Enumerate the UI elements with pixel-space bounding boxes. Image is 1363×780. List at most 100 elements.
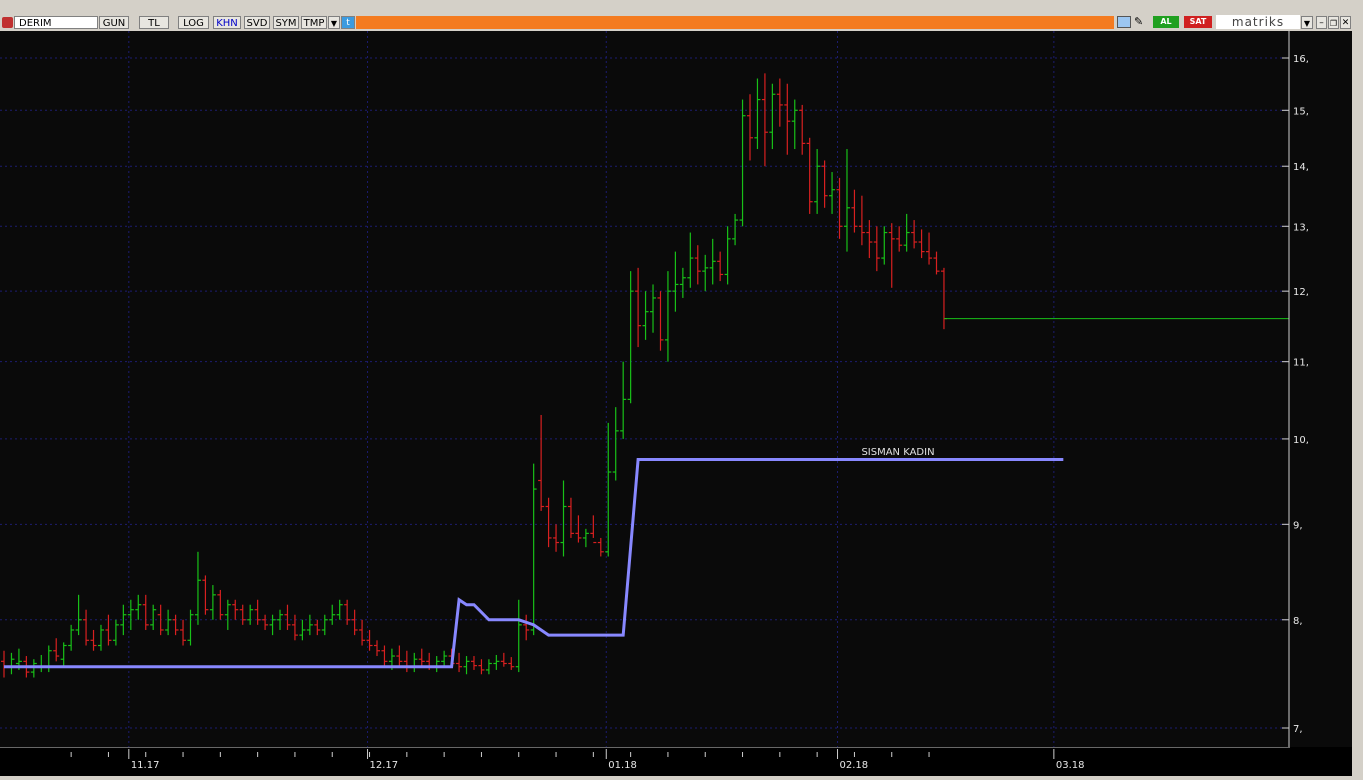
ohlc-bar: [478, 659, 485, 675]
ohlc-bar: [262, 614, 269, 630]
menu-arrow-icon[interactable]: ▼: [1301, 16, 1313, 29]
ohlc-bar: [918, 229, 925, 259]
ohlc-bar: [38, 654, 45, 673]
ohlc-bar: [97, 624, 104, 651]
button-tmp[interactable]: TMP: [301, 16, 327, 29]
pencil-icon[interactable]: ✎: [1134, 15, 1143, 28]
ohlc-bar: [209, 585, 216, 620]
ohlc-bar: [732, 213, 739, 246]
x-tick-label: 01.18: [608, 760, 637, 771]
ohlc-bar: [306, 614, 313, 636]
button-svd[interactable]: SVD: [244, 16, 270, 29]
ohlc-bar: [538, 414, 545, 511]
ohlc-bar: [620, 361, 627, 439]
ohlc-bar: [739, 99, 746, 227]
ohlc-bar: [277, 609, 284, 630]
ohlc-bar: [396, 645, 403, 667]
ohlc-bar: [1, 650, 7, 678]
ohlc-bar: [627, 271, 634, 404]
ohlc-bar: [224, 599, 231, 630]
ohlc-bar: [635, 267, 642, 348]
grid-lines: [0, 31, 1289, 747]
ohlc-bar: [359, 619, 366, 646]
ohlc-bar: [806, 137, 813, 214]
symbol-field[interactable]: DERIM: [14, 16, 98, 29]
ohlc-bar: [873, 226, 880, 272]
ohlc-bar: [493, 654, 500, 670]
ohlc-bar: [545, 497, 552, 548]
ohlc-bar: [135, 594, 142, 620]
ohlc-bar: [553, 524, 560, 552]
ohlc-bar: [284, 604, 291, 630]
ohlc-bar: [202, 575, 209, 615]
ohlc-bar: [291, 614, 298, 641]
ohlc-bar: [717, 251, 724, 282]
y-tick-label: 12,: [1293, 287, 1309, 298]
ohlc-bar: [508, 657, 515, 670]
price-chart[interactable]: 16, 15, 14, 13, 12, 11, 10, 9, 8, 7, SISMAN KADIN: [0, 31, 1352, 747]
ohlc-bar: [530, 463, 537, 636]
twitter-icon[interactable]: t: [341, 16, 355, 29]
ohlc-bar: [888, 223, 895, 288]
button-sym[interactable]: SYM: [273, 16, 299, 29]
ohlc-bar: [866, 220, 873, 259]
button-khn[interactable]: KHN: [213, 16, 241, 29]
minimize-icon[interactable]: –: [1316, 16, 1327, 29]
chart-svg[interactable]: 16, 15, 14, 13, 12, 11, 10, 9, 8, 7, SISMAN KADIN: [0, 31, 1352, 747]
ohlc-bar: [642, 291, 649, 340]
ohlc-bar: [157, 604, 164, 636]
ohlc-bar: [776, 78, 783, 127]
ohlc-bar: [597, 537, 604, 557]
ohlc-bar: [567, 497, 574, 538]
screenshot-icon[interactable]: [1117, 16, 1131, 28]
dropdown-arrow-icon[interactable]: ▼: [328, 16, 340, 29]
ohlc-bar: [664, 271, 671, 362]
ohlc-bar: [470, 656, 477, 670]
ohlc-bar: [194, 551, 201, 625]
ohlc-bar: [843, 149, 850, 252]
ohlc-bar: [582, 528, 589, 548]
ohlc-bar: [83, 609, 90, 646]
ohlc-bar: [60, 642, 67, 667]
ohlc-bar: [814, 149, 821, 214]
ohlc-bar: [403, 650, 410, 673]
button-gun[interactable]: GUN: [99, 16, 129, 29]
ohlc-bar: [903, 213, 910, 252]
button-tl[interactable]: TL: [139, 16, 169, 29]
ohlc-bar: [590, 515, 597, 544]
x-axis-svg: 11.17 12.17 01.18 02.18 03.18: [0, 746, 1290, 771]
ohlc-bar: [351, 609, 358, 636]
ohlc-bar: [127, 599, 134, 630]
y-tick-label: 14,: [1293, 162, 1309, 173]
y-tick-label: 9,: [1293, 520, 1303, 531]
indicator-annotation: SISMAN KADIN: [861, 447, 934, 458]
right-scroll-bar[interactable]: [1352, 31, 1363, 776]
ohlc-bar: [418, 648, 425, 667]
ohlc-bar: [90, 629, 97, 651]
ohlc-bar: [232, 599, 239, 620]
ohlc-bar: [829, 172, 836, 214]
ohlc-bar: [180, 619, 187, 646]
button-log[interactable]: LOG: [178, 16, 209, 29]
ohlc-bar: [433, 656, 440, 673]
toolbar-orange-bar: [356, 16, 1114, 29]
ohlc-bar: [53, 638, 60, 662]
ohlc-bar: [485, 659, 492, 675]
buy-button[interactable]: AL: [1153, 16, 1179, 28]
ohlc-bar: [612, 407, 619, 481]
ohlc-bar: [784, 83, 791, 155]
sell-button[interactable]: SAT: [1184, 16, 1212, 28]
ohlc-bar: [821, 160, 828, 208]
ohlc-bar: [694, 245, 701, 285]
ohlc-bar: [851, 189, 858, 233]
ohlc-bar: [687, 232, 694, 288]
y-tick-label: 13,: [1293, 222, 1309, 233]
close-icon[interactable]: ✕: [1340, 16, 1351, 29]
ohlc-bar: [926, 232, 933, 265]
ohlc-bar: [679, 267, 686, 298]
ohlc-bar: [172, 614, 179, 636]
y-tick-label: 8,: [1293, 616, 1303, 627]
restore-icon[interactable]: ❐: [1328, 16, 1339, 29]
ohlc-bar: [247, 604, 254, 625]
ohlc-bar: [374, 640, 380, 657]
